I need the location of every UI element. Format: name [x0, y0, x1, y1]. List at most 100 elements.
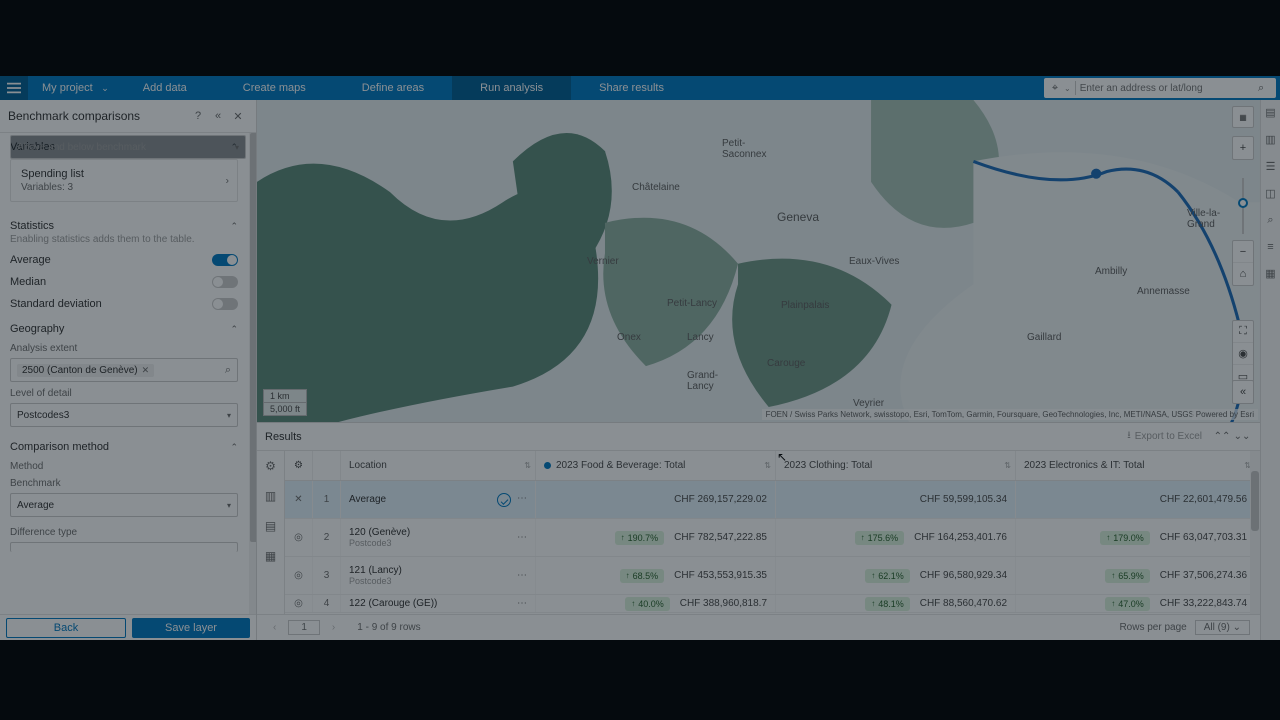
- results-scrollbar-thumb[interactable]: [1251, 471, 1259, 531]
- prev-page-button[interactable]: ‹: [267, 622, 282, 633]
- tab-filter[interactable]: ⚙: [257, 451, 284, 481]
- project-dropdown[interactable]: My project⌄: [28, 76, 115, 100]
- close-icon[interactable]: ✕: [228, 110, 248, 123]
- level-of-detail-select[interactable]: Postcodes3▾: [10, 403, 238, 427]
- row-menu-icon[interactable]: ⋯: [517, 493, 527, 507]
- help-icon[interactable]: ?: [188, 110, 208, 122]
- toggle-stddev[interactable]: [212, 298, 238, 310]
- col-tools[interactable]: ⚙: [285, 451, 313, 480]
- scrollbar-thumb[interactable]: [250, 133, 256, 542]
- row-range: 1 - 9 of 9 rows: [357, 622, 420, 633]
- nav-run-analysis[interactable]: Run analysis: [452, 76, 571, 100]
- benchmark-select[interactable]: Average▾: [10, 493, 238, 517]
- nav-define-areas[interactable]: Define areas: [334, 76, 452, 100]
- tab-table[interactable]: ▦: [257, 541, 284, 571]
- col-electronics[interactable]: 2023 Electronics & IT: Total⇅: [1016, 451, 1256, 480]
- analysis-extent-input[interactable]: 2500 (Canton de Genève)✕ ⌕: [10, 358, 238, 382]
- row-select[interactable]: ◎: [285, 519, 313, 556]
- row-select[interactable]: ◎: [285, 595, 313, 612]
- collapse-up-icon[interactable]: ⌃⌃: [1212, 431, 1232, 442]
- rows-per-page-label: Rows per page: [1119, 622, 1186, 633]
- nav-add-data[interactable]: Add data: [115, 76, 215, 100]
- stat-median-label: Median: [10, 276, 46, 288]
- nav-create-maps[interactable]: Create maps: [215, 76, 334, 100]
- section-statistics[interactable]: Statistics⌃: [10, 220, 238, 232]
- table-row[interactable]: ◎4122 (Carouge (GE))⋯↑40.0%CHF 388,960,8…: [285, 595, 1260, 613]
- menu-button[interactable]: [0, 76, 28, 100]
- section-geography[interactable]: Geography⌃: [10, 323, 238, 335]
- row-select[interactable]: ✕: [285, 481, 313, 518]
- row-menu-icon[interactable]: ⋯: [517, 570, 527, 581]
- zoom-in-button[interactable]: +: [1233, 137, 1253, 159]
- collapse-icon[interactable]: «: [208, 110, 228, 122]
- top-navbar: My project⌄ Add data Create maps Define …: [0, 76, 1280, 100]
- section-variables[interactable]: Variables⌃: [10, 141, 238, 153]
- map-canvas[interactable]: Geneva Petit- Saconnex Châtelaine Vernie…: [257, 100, 1260, 422]
- row-select[interactable]: ◎: [285, 557, 313, 594]
- percent-badge: ↑179.0%: [1100, 531, 1150, 545]
- chevron-down-icon[interactable]: ⌄: [1064, 84, 1071, 93]
- extent-chip[interactable]: 2500 (Canton de Genève)✕: [17, 364, 154, 377]
- tab-chart-line[interactable]: ▤: [257, 511, 284, 541]
- percent-badge: ↑48.1%: [865, 597, 910, 611]
- col-food-beverage[interactable]: 2023 Food & Beverage: Total⇅: [536, 451, 776, 480]
- expand-down-icon[interactable]: ⌄⌄: [1232, 431, 1252, 442]
- nav-share-results[interactable]: Share results: [571, 76, 692, 100]
- right-rail: ▤ ▥ ☰ ◫ ⌕ ≡ ▦: [1260, 100, 1280, 640]
- table-row[interactable]: ◎2120 (Genève)Postcode3⋯↑190.7%CHF 782,5…: [285, 519, 1260, 557]
- default-extent-button[interactable]: ⛶: [1233, 321, 1253, 343]
- rail-list-icon[interactable]: ≡: [1267, 241, 1273, 253]
- next-page-button[interactable]: ›: [326, 622, 341, 633]
- chip-remove-icon[interactable]: ✕: [142, 365, 150, 376]
- col-clothing[interactable]: 2023 Clothing: Total⇅: [776, 451, 1016, 480]
- section-comparison[interactable]: Comparison method⌃: [10, 441, 238, 453]
- toggle-median[interactable]: [212, 276, 238, 288]
- rail-legend-icon[interactable]: ▥: [1265, 133, 1275, 146]
- col-location[interactable]: Location⇅: [341, 451, 536, 480]
- rows-per-page-select[interactable]: All (9) ⌄: [1195, 620, 1250, 635]
- sort-icon[interactable]: ⇅: [764, 461, 771, 470]
- home-button[interactable]: ⌂: [1233, 263, 1253, 285]
- rail-overview-icon[interactable]: ◫: [1265, 187, 1275, 200]
- search-icon[interactable]: ⌕: [225, 364, 231, 377]
- results-title: Results: [265, 431, 302, 443]
- tab-chart-bar[interactable]: ▥: [257, 481, 284, 511]
- row-menu-icon[interactable]: ⋯: [517, 598, 527, 609]
- row-menu-icon[interactable]: ⋯: [517, 532, 527, 543]
- export-icon: ⭳: [1127, 428, 1131, 445]
- table-row[interactable]: ✕1Average⋯CHF 269,157,229.02CHF 59,599,1…: [285, 481, 1260, 519]
- search-icon[interactable]: ⌕: [1258, 82, 1274, 95]
- benchmark-panel: Benchmark comparisons ? « ✕ Variables⌃ S…: [0, 100, 257, 640]
- zoom-out-button[interactable]: −: [1233, 241, 1253, 263]
- stat-stddev-label: Standard deviation: [10, 298, 102, 310]
- previous-extent-button[interactable]: «: [1233, 381, 1253, 403]
- save-layer-button[interactable]: Save layer: [132, 618, 250, 638]
- back-button[interactable]: Back: [6, 618, 126, 638]
- export-excel-button[interactable]: ⭳Export to Excel: [1127, 428, 1202, 445]
- chevron-down-icon: ▾: [227, 501, 231, 510]
- variable-list-card[interactable]: Spending list Variables: 3 ›: [10, 159, 238, 202]
- percent-badge: ↑175.6%: [855, 531, 905, 545]
- chevron-up-icon: ⌃: [230, 221, 238, 232]
- percent-badge: ↑47.0%: [1105, 597, 1150, 611]
- toggle-average[interactable]: [212, 254, 238, 266]
- rail-search-icon[interactable]: ⌕: [1267, 214, 1273, 227]
- rail-layers-icon[interactable]: ▤: [1265, 106, 1275, 119]
- results-panel: Results ⭳Export to Excel ⌃⌃ ⌄⌄ ⚙ ▥ ▤ ▦: [257, 422, 1260, 640]
- rail-bookmark-icon[interactable]: ☰: [1266, 160, 1276, 173]
- address-input[interactable]: [1080, 83, 1258, 94]
- sort-icon[interactable]: ⇅: [1004, 461, 1011, 470]
- basemap-button[interactable]: ▦: [1232, 106, 1254, 128]
- rail-basemap-icon[interactable]: ▦: [1265, 267, 1275, 280]
- map-scale: 1 km 5,000 ft: [263, 389, 307, 416]
- page-number[interactable]: 1: [288, 620, 320, 635]
- benchmark-icon[interactable]: [497, 493, 511, 507]
- chevron-up-icon: ⌃: [230, 324, 238, 335]
- chevron-up-icon: ⌃: [230, 442, 238, 453]
- table-row[interactable]: ◎3121 (Lancy)Postcode3⋯↑68.5%CHF 453,553…: [285, 557, 1260, 595]
- sort-icon[interactable]: ⇅: [524, 461, 531, 470]
- pin-icon: ⌖: [1046, 82, 1064, 95]
- zoom-slider[interactable]: [1242, 178, 1244, 234]
- percent-badge: ↑190.7%: [615, 531, 665, 545]
- locate-button[interactable]: ◉: [1233, 343, 1253, 365]
